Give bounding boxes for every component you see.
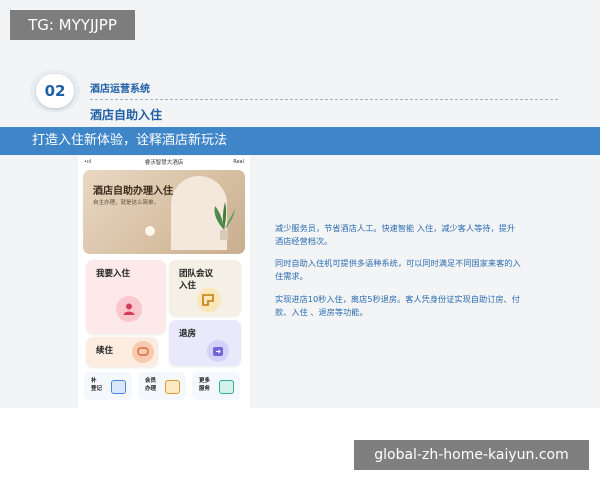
extend-stay-label: 续住	[96, 346, 114, 356]
exit-icon	[207, 340, 229, 362]
group-checkin-tile[interactable]: 团队会议 入住	[169, 260, 241, 316]
checkout-label: 退房	[179, 329, 197, 339]
membership-tile[interactable]: 会员 办理	[138, 372, 186, 400]
hero-title: 酒店自助办理入住	[93, 186, 173, 197]
supplement-registration-tile[interactable]: 补 登记	[84, 372, 132, 400]
user-icon	[116, 296, 142, 322]
id-card-icon	[111, 380, 126, 394]
more-services-tile[interactable]: 更多 服务	[192, 372, 240, 400]
topic-title: 酒店自助入住	[90, 108, 163, 122]
checkin-tile[interactable]: 我要入住	[86, 260, 166, 334]
checkout-tile[interactable]: 退房	[169, 320, 241, 366]
phone-status-bar: •ııl 睿沃智慧大酒店 Real	[78, 156, 250, 168]
flag-icon	[197, 288, 221, 312]
section-number-badge: 02	[36, 74, 74, 108]
lamp-decoration	[145, 226, 155, 236]
status-right: Real	[233, 159, 244, 165]
crown-icon	[165, 380, 180, 394]
membership-label: 会员 办理	[145, 378, 157, 392]
description-paragraph-3: 实现进店10秒入住，离店5秒退房。客人凭身份证实现自助订房、付款、入住 、退房等…	[275, 294, 520, 317]
more-services-label: 更多 服务	[199, 378, 211, 392]
watermark-top: TG: MYYJJPP	[10, 10, 135, 40]
hero-banner: 酒店自助办理入住 自主办理，就是这么简单。	[83, 170, 245, 254]
plant-icon	[214, 202, 235, 240]
supplement-registration-label: 补 登记	[91, 378, 103, 392]
hero-subtitle: 自主办理，就是这么简单。	[93, 200, 160, 206]
hotel-name: 睿沃智慧大酒店	[144, 160, 184, 166]
phone-mockup: •ııl 睿沃智慧大酒店 Real 酒店自助办理入住 自主办理，就是这么简单。 …	[78, 156, 250, 408]
checkin-label: 我要入住	[96, 269, 131, 279]
message-icon	[219, 380, 234, 394]
banner-text: 打造入住新体验，诠释酒店新玩法	[32, 133, 228, 148]
watermark-bottom: global-zh-home-kaiyun.com	[354, 440, 589, 470]
headline-banner: 打造入住新体验，诠释酒店新玩法	[0, 127, 600, 155]
description-paragraph-1: 减少服务员，节省酒店人工。快速智能 入住，减少客人等待，提升酒店经营档次。	[275, 223, 516, 246]
extend-stay-tile[interactable]: 续住	[86, 337, 158, 367]
section-divider	[90, 99, 558, 100]
description-paragraph-2: 同时自助入住机可提供多语种系统，可以同时满足不同国家来客的入住需求。	[275, 258, 521, 281]
section-name: 酒店运营系统	[90, 84, 150, 95]
chat-icon	[132, 341, 154, 363]
